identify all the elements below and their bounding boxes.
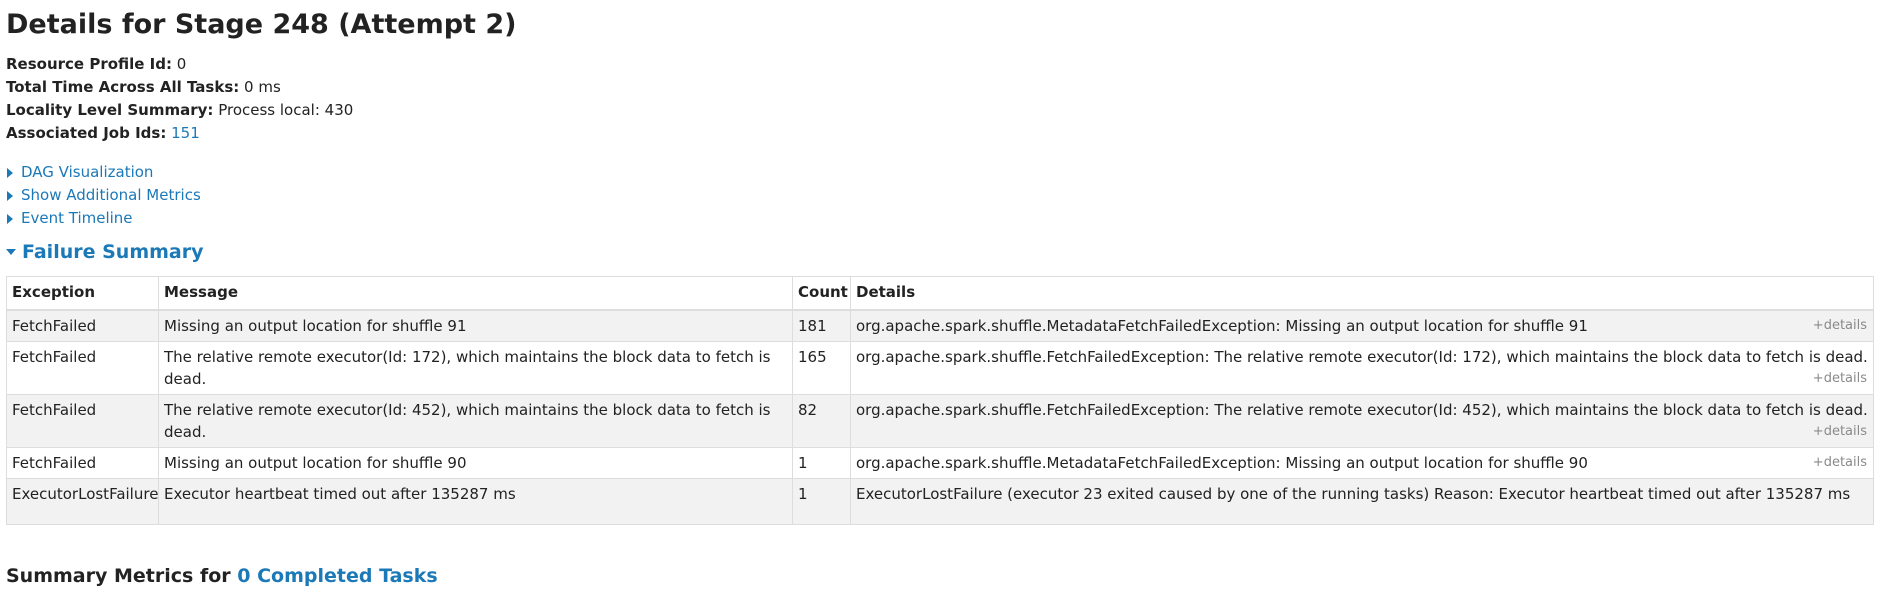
table-header-row: Exception Message Count Details xyxy=(6,276,1874,311)
table-row: FetchFailed The relative remote executor… xyxy=(6,394,1874,448)
caret-right-icon xyxy=(7,190,13,201)
table-row: ExecutorLostFailure Executor heartbeat t… xyxy=(6,478,1874,525)
cell-details: org.apache.spark.shuffle.MetadataFetchFa… xyxy=(850,447,1874,479)
cell-exception: FetchFailed xyxy=(6,341,159,395)
completed-tasks-link[interactable]: 0 Completed Tasks xyxy=(237,565,437,587)
details-text: org.apache.spark.shuffle.FetchFailedExce… xyxy=(856,401,1868,419)
cell-count: 165 xyxy=(792,341,851,395)
failure-summary-toggle[interactable]: Failure Summary xyxy=(6,241,204,263)
column-header-count[interactable]: Count xyxy=(792,276,851,311)
toggle-dag-visualization[interactable]: DAG Visualization xyxy=(6,161,201,184)
toggle-additional-metrics[interactable]: Show Additional Metrics xyxy=(6,184,201,207)
cell-message: The relative remote executor(Id: 452), w… xyxy=(158,394,793,448)
toggle-label[interactable]: Event Timeline xyxy=(21,207,133,230)
cell-count: 1 xyxy=(792,478,851,525)
expand-details-link[interactable]: +details xyxy=(1813,315,1867,337)
job-id-link[interactable]: 151 xyxy=(171,124,200,142)
expand-details-link[interactable]: +details xyxy=(1813,452,1867,474)
info-associated-jobs: Associated Job Ids: 151 xyxy=(6,122,353,145)
info-total-time: Total Time Across All Tasks: 0 ms xyxy=(6,76,353,99)
details-text: org.apache.spark.shuffle.MetadataFetchFa… xyxy=(856,317,1588,335)
expand-toggles: DAG Visualization Show Additional Metric… xyxy=(6,161,201,230)
cell-count: 82 xyxy=(792,394,851,448)
cell-details: org.apache.spark.shuffle.FetchFailedExce… xyxy=(850,394,1874,448)
table-row: FetchFailed Missing an output location f… xyxy=(6,309,1874,342)
column-header-message[interactable]: Message xyxy=(158,276,793,311)
caret-right-icon xyxy=(7,213,13,224)
cell-message: The relative remote executor(Id: 172), w… xyxy=(158,341,793,395)
info-label: Associated Job Ids: xyxy=(6,124,167,142)
page-title: Details for Stage 248 (Attempt 2) xyxy=(6,9,517,40)
info-label: Resource Profile Id: xyxy=(6,55,172,73)
toggle-label[interactable]: Show Additional Metrics xyxy=(21,184,201,207)
cell-details: org.apache.spark.shuffle.FetchFailedExce… xyxy=(850,341,1874,395)
cell-count: 1 xyxy=(792,447,851,479)
cell-exception: FetchFailed xyxy=(6,447,159,479)
cell-count: 181 xyxy=(792,309,851,342)
info-value: 0 xyxy=(176,55,187,73)
cell-details: org.apache.spark.shuffle.MetadataFetchFa… xyxy=(850,309,1874,342)
details-text: org.apache.spark.shuffle.MetadataFetchFa… xyxy=(856,454,1588,472)
cell-exception: FetchFailed xyxy=(6,309,159,342)
details-text: org.apache.spark.shuffle.FetchFailedExce… xyxy=(856,348,1868,366)
failure-summary-table: Exception Message Count Details FetchFai… xyxy=(6,276,1874,525)
info-label: Total Time Across All Tasks: xyxy=(6,78,240,96)
details-text: ExecutorLostFailure (executor 23 exited … xyxy=(856,485,1851,503)
section-title: Failure Summary xyxy=(22,241,204,263)
table-row: FetchFailed Missing an output location f… xyxy=(6,447,1874,479)
info-locality-summary: Locality Level Summary: Process local: 4… xyxy=(6,99,353,122)
expand-details-link[interactable]: +details xyxy=(1813,421,1867,443)
summary-metrics-prefix: Summary Metrics for xyxy=(6,565,231,587)
caret-down-icon xyxy=(6,249,16,255)
toggle-event-timeline[interactable]: Event Timeline xyxy=(6,207,201,230)
summary-metrics-heading: Summary Metrics for 0 Completed Tasks xyxy=(6,565,438,587)
info-value: 0 ms xyxy=(244,78,281,96)
cell-exception: FetchFailed xyxy=(6,394,159,448)
cell-message: Missing an output location for shuffle 9… xyxy=(158,447,793,479)
column-header-details[interactable]: Details xyxy=(850,276,1874,311)
info-value: Process local: 430 xyxy=(218,101,354,119)
expand-details-link[interactable]: +details xyxy=(1813,368,1867,390)
info-label: Locality Level Summary: xyxy=(6,101,214,119)
cell-details: ExecutorLostFailure (executor 23 exited … xyxy=(850,478,1874,525)
info-resource-profile: Resource Profile Id: 0 xyxy=(6,53,353,76)
caret-right-icon xyxy=(7,167,13,178)
stage-info-list: Resource Profile Id: 0 Total Time Across… xyxy=(6,53,353,145)
column-header-exception[interactable]: Exception xyxy=(6,276,159,311)
cell-message: Executor heartbeat timed out after 13528… xyxy=(158,478,793,525)
table-row: FetchFailed The relative remote executor… xyxy=(6,341,1874,395)
toggle-label[interactable]: DAG Visualization xyxy=(21,161,153,184)
cell-exception: ExecutorLostFailure xyxy=(6,478,159,525)
cell-message: Missing an output location for shuffle 9… xyxy=(158,309,793,342)
